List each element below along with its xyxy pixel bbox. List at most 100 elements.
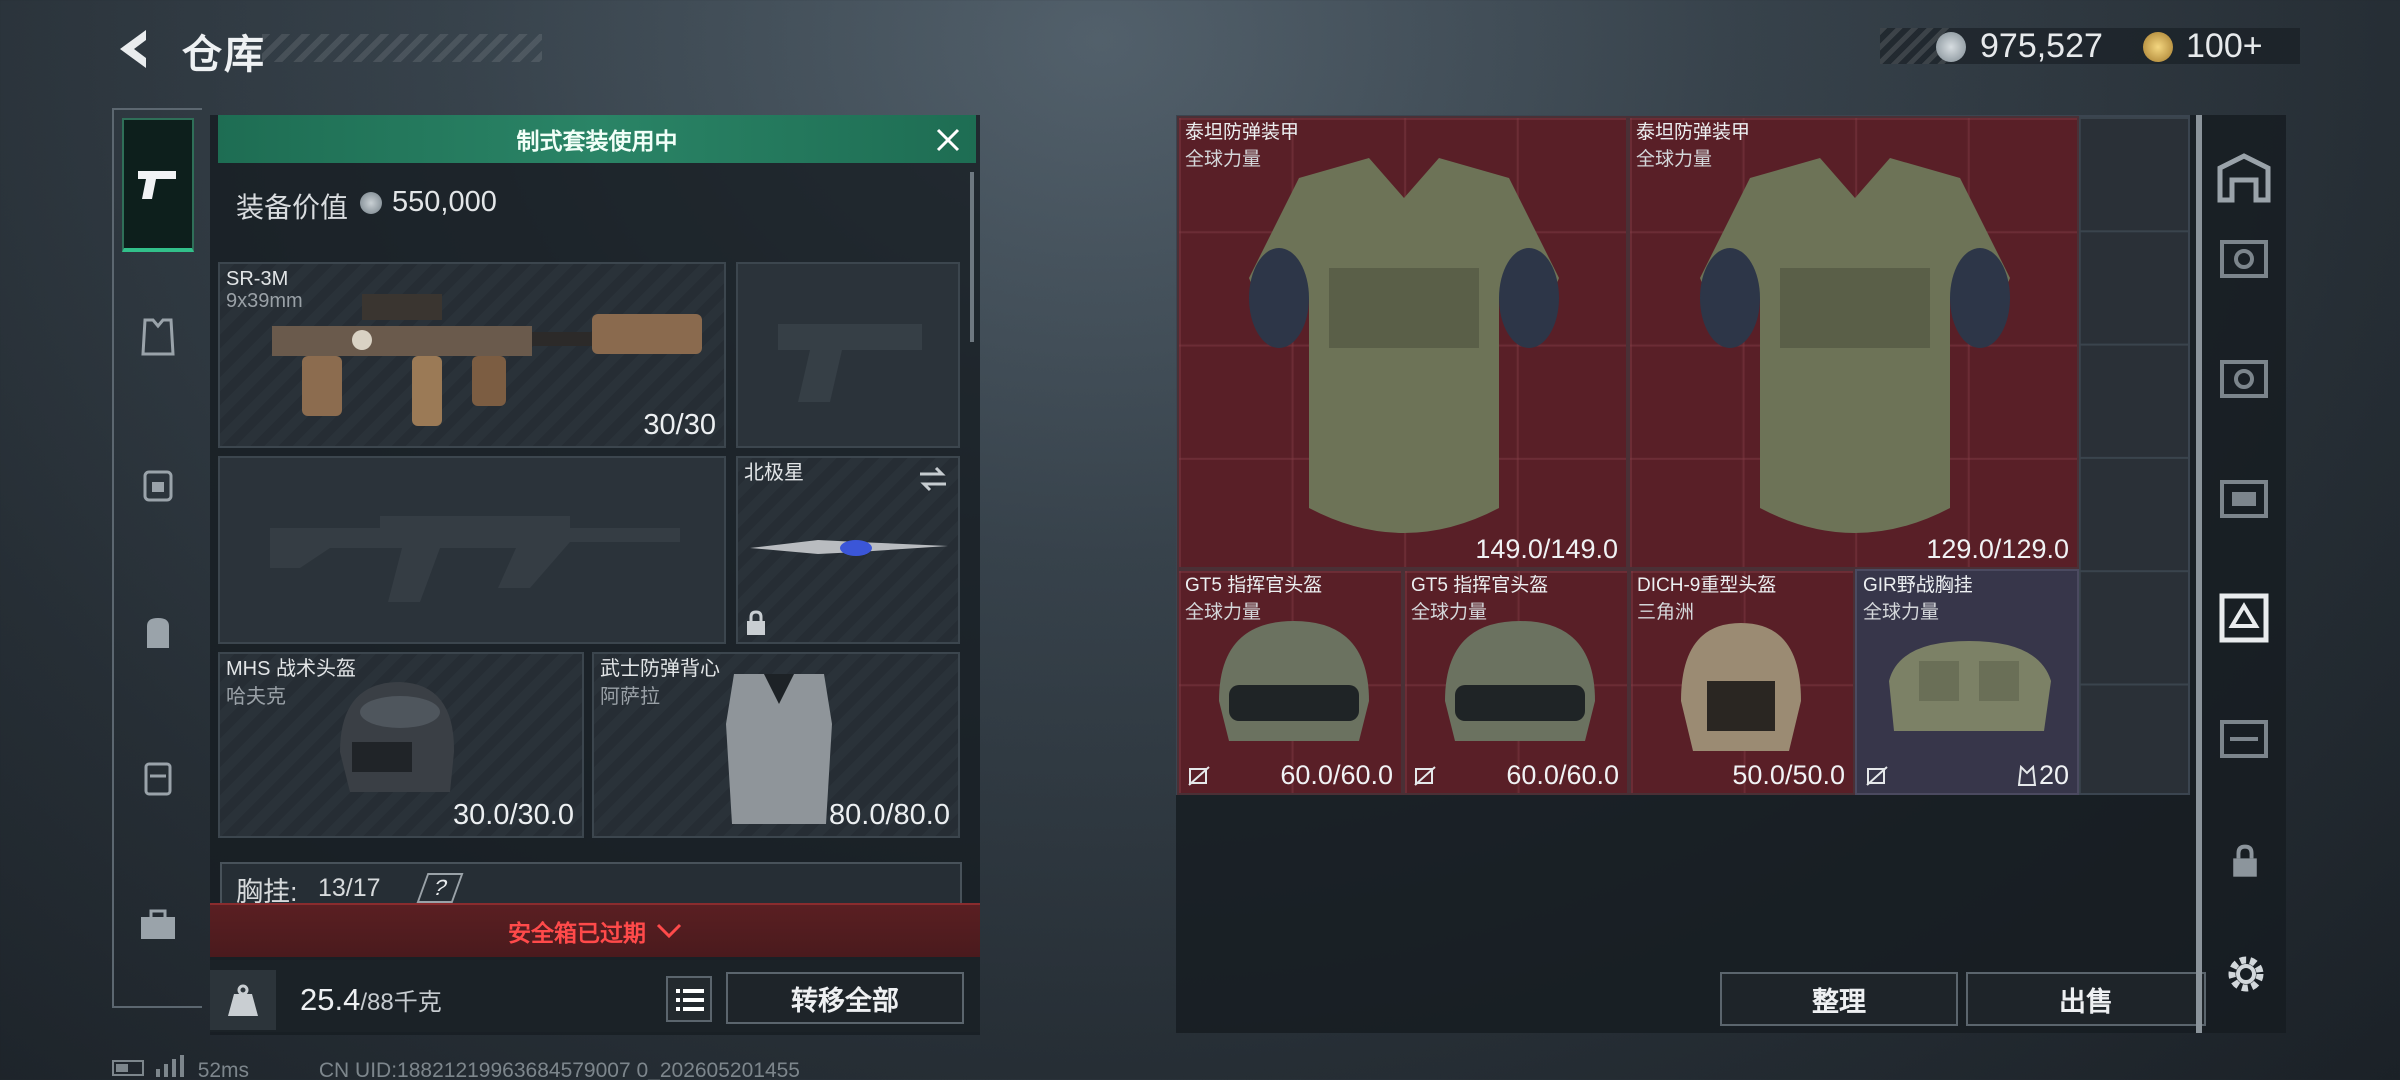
item-durability: 129.0/129.0 — [1926, 534, 2069, 564]
helmet-image — [1219, 621, 1369, 741]
helmet-image — [340, 682, 455, 792]
slot-primary-weapon[interactable]: SR-3M 9x39mm 30/30 — [218, 262, 726, 448]
slot-helmet[interactable]: MHS 战术头盔 哈夫克 30.0/30.0 — [218, 652, 584, 838]
chevron-down-icon — [656, 923, 682, 939]
armor-faction: 阿萨拉 — [600, 686, 660, 708]
carry-weight: 25.4/88千克 — [300, 982, 442, 1018]
item-name: DICH-9重型头盔 — [1637, 575, 1777, 596]
storage-item[interactable]: DICH-9重型头盔 三角洲 50.0/50.0 — [1629, 569, 1855, 795]
storage-box-1-icon[interactable] — [2216, 230, 2272, 286]
rifle-image — [272, 294, 702, 426]
item-durability: 149.0/149.0 — [1475, 534, 1618, 564]
no-insure-icon — [1188, 766, 1210, 786]
weight-icon-box — [210, 970, 276, 1030]
item-name: GT5 指挥官头盔 — [1185, 575, 1323, 596]
help-glyph: ? — [429, 875, 451, 900]
coin-icon — [360, 192, 382, 214]
rail-tab-chest-rig[interactable] — [122, 418, 194, 552]
loadout-value: 550,000 — [392, 186, 497, 218]
item-name: GT5 指挥官头盔 — [1411, 575, 1549, 596]
armor-vest-image — [726, 674, 832, 824]
item-name: GIR野战胸挂 — [1863, 575, 1973, 596]
chest-rig-image — [1889, 641, 2051, 731]
ping-value: 52ms — [197, 1059, 250, 1080]
slot-pistol[interactable] — [736, 262, 960, 448]
safe-box-text: 安全箱已过期 — [508, 920, 646, 946]
lock-icon — [747, 610, 765, 635]
sell-button[interactable]: 出售 — [1966, 972, 2206, 1026]
item-faction: 全球力量 — [1863, 602, 1940, 623]
list-view-button[interactable] — [666, 976, 712, 1022]
body-armor-image — [1700, 158, 2010, 533]
safe-box-expired-bar[interactable]: 安全箱已过期 — [210, 903, 980, 957]
no-insure-icon — [1866, 766, 1888, 786]
rig-icon — [143, 470, 173, 502]
weight-max: /88千克 — [360, 989, 442, 1016]
capacity-icon — [2017, 765, 2037, 786]
storage-box-4-icon[interactable] — [2216, 710, 2272, 766]
uid-text: CN UID:18821219963684579007 0_2026052014… — [318, 1059, 800, 1080]
lock-icon — [2233, 844, 2257, 877]
rifle-silhouette-icon — [270, 516, 680, 602]
rail-tab-armor[interactable] — [122, 270, 194, 404]
settings-gear-icon[interactable] — [2222, 950, 2270, 998]
rail-tab-case[interactable] — [122, 712, 194, 846]
scrollbar[interactable] — [970, 172, 974, 342]
helmet-durability: 30.0/30.0 — [453, 799, 574, 831]
rail-tab-weapons[interactable] — [122, 118, 194, 252]
storage-box-2-icon[interactable] — [2216, 350, 2272, 406]
organize-button[interactable]: 整理 — [1720, 972, 1958, 1026]
slot-armor[interactable]: 武士防弹背心 阿萨拉 80.0/80.0 — [592, 652, 960, 838]
item-durability: 60.0/60.0 — [1506, 760, 1619, 790]
coin-balance: 975,527 — [1980, 27, 2103, 65]
item-capacity: 20 — [2038, 760, 2069, 790]
case-icon — [144, 762, 172, 796]
storage-box-3-icon[interactable] — [2216, 470, 2272, 526]
no-insure-icon — [1414, 766, 1436, 786]
backpack-icon — [147, 618, 169, 648]
pistol-silhouette-icon — [778, 324, 922, 402]
close-icon[interactable] — [930, 122, 966, 158]
armor-durability: 80.0/80.0 — [829, 799, 950, 831]
weight-value: 25.4 — [300, 982, 361, 1017]
knife-image — [750, 540, 948, 556]
token-icon — [2143, 32, 2173, 62]
storage-item[interactable]: 泰坦防弹装甲 全球力量 149.0/149.0 — [1177, 116, 1628, 569]
page-title: 仓库 — [182, 33, 266, 77]
warehouse-icon[interactable] — [2216, 150, 2272, 206]
rail-tab-toolbox[interactable] — [122, 858, 194, 992]
helmet-image — [1445, 621, 1595, 741]
weight-icon — [228, 984, 258, 1016]
value-label: 装备价值 — [236, 192, 349, 223]
storage-item[interactable]: GIR野战胸挂 全球力量 20 — [1855, 569, 2079, 795]
helmet-image — [1681, 623, 1801, 751]
transfer-all-button[interactable]: 转移全部 — [726, 972, 964, 1024]
body-armor-image — [1249, 158, 1559, 533]
melee-name: 北极星 — [744, 462, 804, 484]
list-icon — [676, 989, 704, 1011]
signal-icon — [155, 1055, 184, 1077]
swap-icon[interactable] — [918, 466, 948, 492]
storage-item[interactable]: 泰坦防弹装甲 全球力量 129.0/129.0 — [1628, 116, 2079, 569]
storage-box-active-icon[interactable] — [2216, 590, 2272, 646]
vest-icon — [141, 318, 175, 356]
coin-icon — [1936, 32, 1966, 62]
back-arrow-icon[interactable] — [112, 26, 158, 72]
slot-secondary-weapon[interactable] — [218, 456, 726, 644]
storage-item[interactable]: GT5 指挥官头盔 全球力量 60.0/60.0 — [1177, 569, 1403, 795]
header-stripe — [262, 34, 542, 62]
rail-tab-backpack[interactable] — [122, 566, 194, 700]
chest-rig-capacity: 13/17 — [318, 874, 381, 902]
armor-name: 武士防弹背心 — [600, 658, 720, 680]
storage-item[interactable]: GT5 指挥官头盔 全球力量 60.0/60.0 — [1403, 569, 1629, 795]
status-bar: 52ms CN UID:18821219963684579007 0_20260… — [112, 1055, 800, 1080]
toolbox-icon — [141, 909, 175, 939]
preset-banner: 制式套装使用中 — [218, 115, 976, 163]
slot-melee[interactable]: 北极星 — [736, 456, 960, 644]
ammo-count: 30/30 — [643, 409, 716, 441]
token-balance: 100+ — [2186, 27, 2263, 65]
helmet-faction: 哈夫克 — [226, 686, 286, 708]
item-durability: 60.0/60.0 — [1280, 760, 1393, 790]
battery-icon — [112, 1060, 144, 1076]
item-durability: 50.0/50.0 — [1732, 760, 1845, 790]
